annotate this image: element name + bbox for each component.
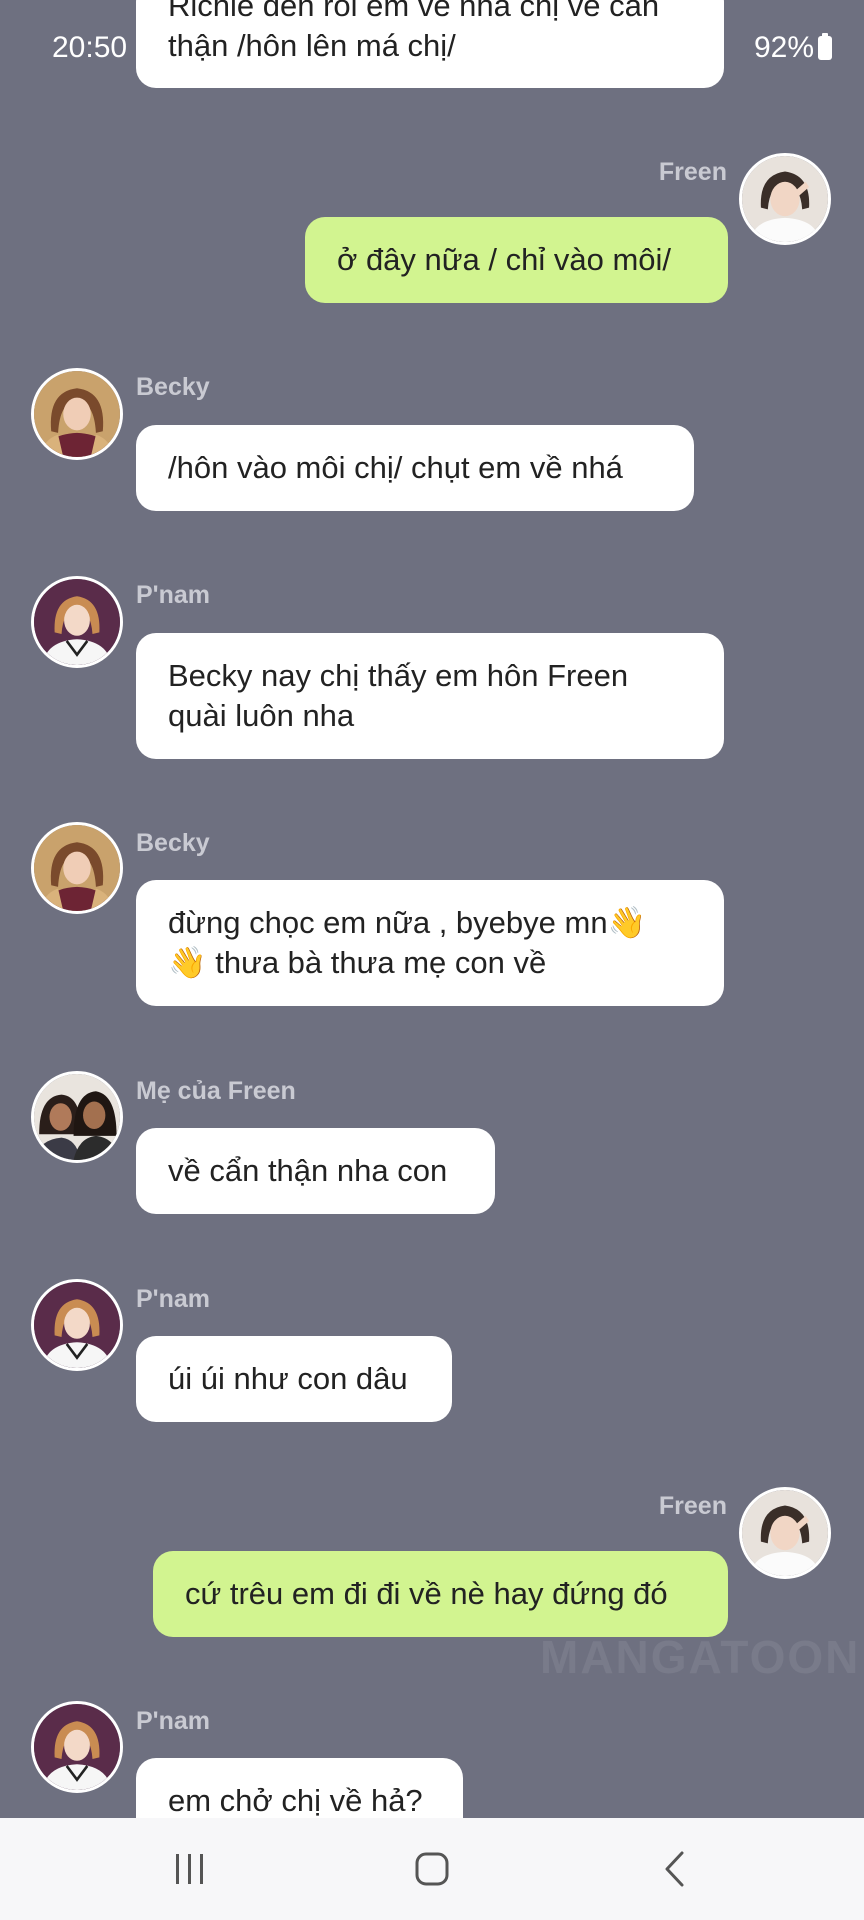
- message-text: úi úi như con dâu: [168, 1361, 408, 1396]
- message-bubble[interactable]: cứ trêu em đi đi về nè hay đứng đó: [153, 1551, 728, 1637]
- status-time: 20:50: [52, 31, 128, 64]
- freen-avatar-image: [742, 1490, 828, 1576]
- pnam-avatar-image: [34, 579, 120, 665]
- recents-icon: [176, 1854, 203, 1884]
- becky-avatar-image: [34, 825, 120, 911]
- avatar-freen[interactable]: [739, 153, 831, 245]
- sender-name: Freen: [658, 158, 727, 186]
- message-text: ở đây nữa / chỉ vào môi/: [337, 242, 672, 277]
- message-bubble[interactable]: em chở chị về hả?: [136, 1758, 463, 1818]
- pnam-avatar-image: [34, 1704, 120, 1790]
- message-text: Richie đến rồi em về nha chị về cẩn thận…: [168, 0, 668, 63]
- status-battery: 92%: [754, 30, 832, 66]
- message-text: /hôn vào môi chị/ chụt em về nhá: [168, 450, 623, 485]
- sender-name: P'nam: [136, 581, 211, 609]
- message-text: Becky nay chị thấy em hôn Freen quài luô…: [168, 658, 629, 733]
- avatar-pnam[interactable]: [31, 576, 123, 668]
- avatar-becky[interactable]: [31, 822, 123, 914]
- message-bubble[interactable]: ở đây nữa / chỉ vào môi/: [305, 217, 728, 303]
- message-text: về cẩn thận nha con: [168, 1153, 448, 1188]
- battery-percent: 92%: [753, 31, 814, 64]
- pnam-avatar-image: [34, 1282, 120, 1368]
- message-bubble[interactable]: Richie đến rồi em về nha chị về cẩn thận…: [136, 0, 724, 88]
- message-bubble[interactable]: /hôn vào môi chị/ chụt em về nhá: [136, 425, 694, 511]
- becky-avatar-image: [34, 371, 120, 457]
- sender-name: P'nam: [136, 1285, 211, 1313]
- recents-button[interactable]: [160, 1844, 220, 1894]
- sender-name: P'nam: [136, 1707, 211, 1735]
- sender-name: Mẹ của Freen: [136, 1077, 296, 1105]
- back-button[interactable]: [644, 1844, 704, 1894]
- navigation-bar: [0, 1818, 864, 1920]
- back-icon: [665, 1851, 684, 1887]
- message-text: cứ trêu em đi đi về nè hay đứng đó: [185, 1576, 668, 1611]
- watermark: MANGATOON: [540, 1631, 861, 1683]
- avatar-pnam[interactable]: [31, 1279, 123, 1371]
- battery-icon: [818, 33, 832, 60]
- avatar-mother[interactable]: [31, 1071, 123, 1163]
- sender-name: Becky: [136, 373, 210, 401]
- freen-avatar-image: [742, 156, 828, 242]
- home-icon: [415, 1852, 449, 1886]
- mother-avatar-image: [34, 1074, 120, 1160]
- message-bubble[interactable]: đừng chọc em nữa , byebye mn👋 👋 thưa bà …: [136, 880, 724, 1006]
- avatar-freen[interactable]: [739, 1487, 831, 1579]
- message-text: em chở chị về hả?: [168, 1783, 423, 1818]
- message-bubble[interactable]: Becky nay chị thấy em hôn Freen quài luô…: [136, 633, 724, 759]
- chat-screen: Richie đến rồi em về nha chị về cẩn thận…: [0, 0, 864, 1818]
- sender-name: Becky: [136, 829, 210, 857]
- avatar-pnam[interactable]: [31, 1701, 123, 1793]
- avatar-becky[interactable]: [31, 368, 123, 460]
- message-bubble[interactable]: úi úi như con dâu: [136, 1336, 452, 1422]
- home-button[interactable]: [402, 1844, 462, 1894]
- message-text: đừng chọc em nữa , byebye mn👋 👋 thưa bà …: [168, 905, 647, 980]
- sender-name: Freen: [658, 1492, 727, 1520]
- message-bubble[interactable]: về cẩn thận nha con: [136, 1128, 495, 1214]
